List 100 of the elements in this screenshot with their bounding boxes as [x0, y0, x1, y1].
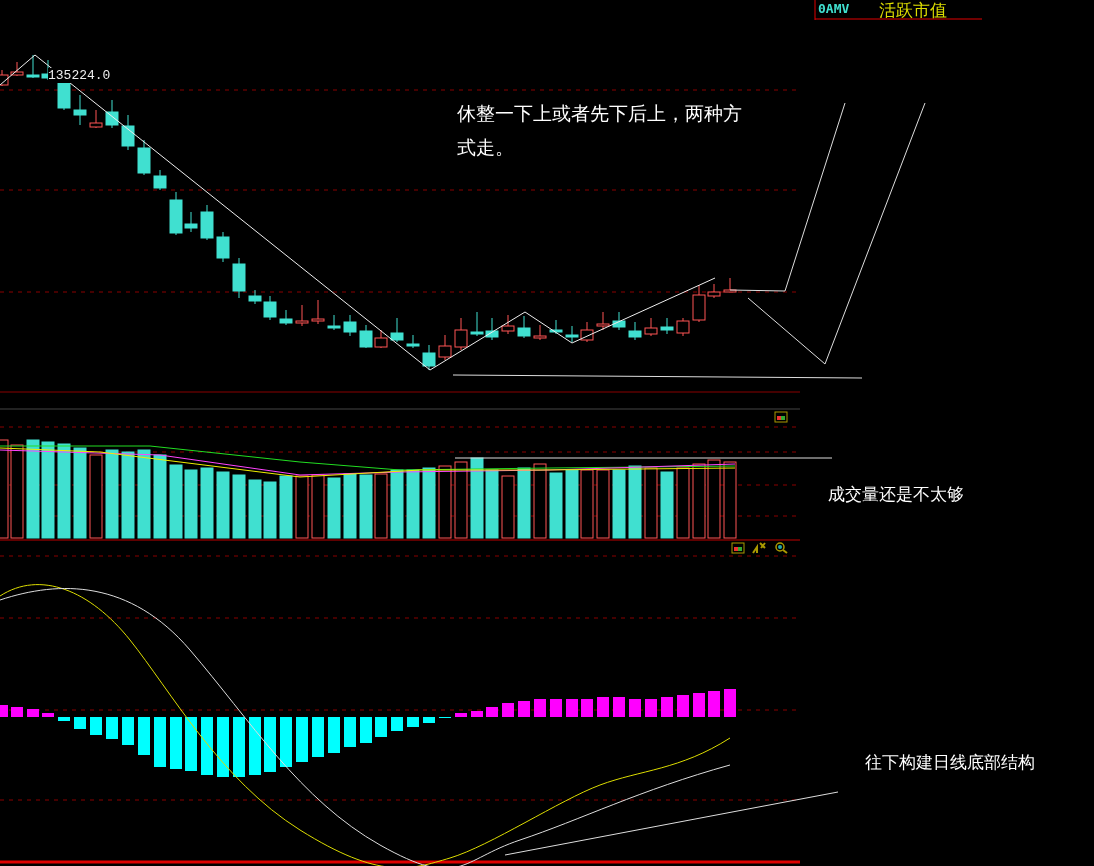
volume-bar [311, 474, 325, 539]
macd-bar [170, 717, 182, 769]
candlestick [533, 324, 547, 341]
macd-bar [645, 699, 657, 717]
macd-bar [328, 717, 340, 753]
candlestick [565, 325, 579, 343]
macd-bar [11, 707, 23, 717]
macd-bar [518, 701, 530, 717]
candlestick [438, 334, 452, 361]
annotation-text: 休整一下上或者先下后上，两种方式走。 [457, 102, 743, 160]
volume-bar [374, 473, 388, 539]
volume-bar [596, 469, 610, 539]
annotation-text: 往下构建日线底部结构 [865, 751, 1035, 774]
candlestick [343, 314, 357, 337]
macd-bar [724, 689, 736, 717]
candlestick [359, 324, 373, 349]
candlestick [501, 314, 515, 335]
macd-bar [42, 713, 54, 717]
candlestick [327, 314, 341, 331]
macd-bar [185, 717, 197, 771]
volume-bar [549, 472, 563, 539]
indicator-title: 活跃市值 [879, 0, 947, 22]
candlestick [295, 304, 309, 327]
calculator-icon[interactable] [774, 411, 788, 423]
macd-bar [550, 699, 562, 717]
macd-bar [233, 717, 245, 777]
macd-bar [249, 717, 261, 775]
macd-bar [455, 713, 467, 717]
candlestick [422, 344, 436, 371]
volume-bar [422, 467, 436, 539]
candlestick [374, 329, 388, 349]
volume-bar [248, 479, 262, 539]
macd-bar [201, 717, 213, 775]
macd-bar [708, 691, 720, 717]
macd-bar [106, 717, 118, 739]
volume-bar [327, 477, 341, 539]
volume-bar [676, 467, 690, 539]
volume-bar [263, 481, 277, 539]
volume-bar [644, 467, 658, 539]
volume-bar [485, 469, 499, 539]
macd-bar [502, 703, 514, 717]
macd-bar [344, 717, 356, 747]
candlestick [485, 317, 499, 341]
volume-bar [216, 471, 230, 539]
macd-bar [534, 699, 546, 717]
volume-bar [279, 475, 293, 539]
calculator-icon[interactable] [731, 542, 745, 554]
macd-bar [581, 699, 593, 717]
macd-bar [264, 717, 276, 772]
volume-bar [359, 474, 373, 539]
volume-bar [517, 467, 531, 539]
volume-bar [660, 471, 674, 539]
macd-bar [27, 709, 39, 717]
candlestick [311, 299, 325, 325]
candlestick [628, 321, 642, 341]
macd-bar [613, 697, 625, 717]
candlestick [390, 317, 404, 343]
candlestick [517, 315, 531, 339]
macd-bar [423, 717, 435, 723]
candlestick [216, 231, 230, 263]
macd-bar [138, 717, 150, 755]
candlestick [470, 311, 484, 337]
candlestick [596, 311, 610, 331]
macd-bar [391, 717, 403, 731]
indicator-label: 0AMV [818, 1, 850, 16]
candlestick [137, 139, 151, 176]
macd-bar [693, 693, 705, 717]
volume-bar [295, 475, 309, 539]
candlestick [723, 277, 737, 293]
macd-bar [74, 717, 86, 729]
candlestick [676, 317, 690, 337]
candlestick [644, 317, 658, 337]
macd-bar [217, 717, 229, 777]
macd-bar [566, 699, 578, 717]
volume-bar [390, 469, 404, 539]
volume-bar [184, 469, 198, 539]
volume-bar [612, 469, 626, 539]
volume-bar [406, 469, 420, 539]
price-label: 135224.0 [48, 68, 111, 83]
volume-bar [565, 469, 579, 539]
macd-bar [597, 697, 609, 717]
volume-bar [501, 475, 515, 539]
candlestick [105, 99, 119, 129]
candlestick [26, 54, 40, 79]
candlestick [406, 334, 420, 349]
candlestick [153, 169, 167, 191]
macd-bar [661, 697, 673, 717]
macd-bar [629, 699, 641, 717]
magnifier-icon[interactable] [774, 542, 788, 554]
volume-bar [580, 469, 594, 539]
candlestick [200, 204, 214, 241]
macd-bar [0, 705, 8, 717]
macd-bar [677, 695, 689, 717]
macd-bar [471, 711, 483, 717]
candlestick [279, 309, 293, 326]
macd-bar [154, 717, 166, 767]
arrows-icon[interactable] [752, 542, 766, 554]
candlestick [549, 319, 563, 335]
candlestick [612, 311, 626, 331]
volume-bar [232, 474, 246, 539]
